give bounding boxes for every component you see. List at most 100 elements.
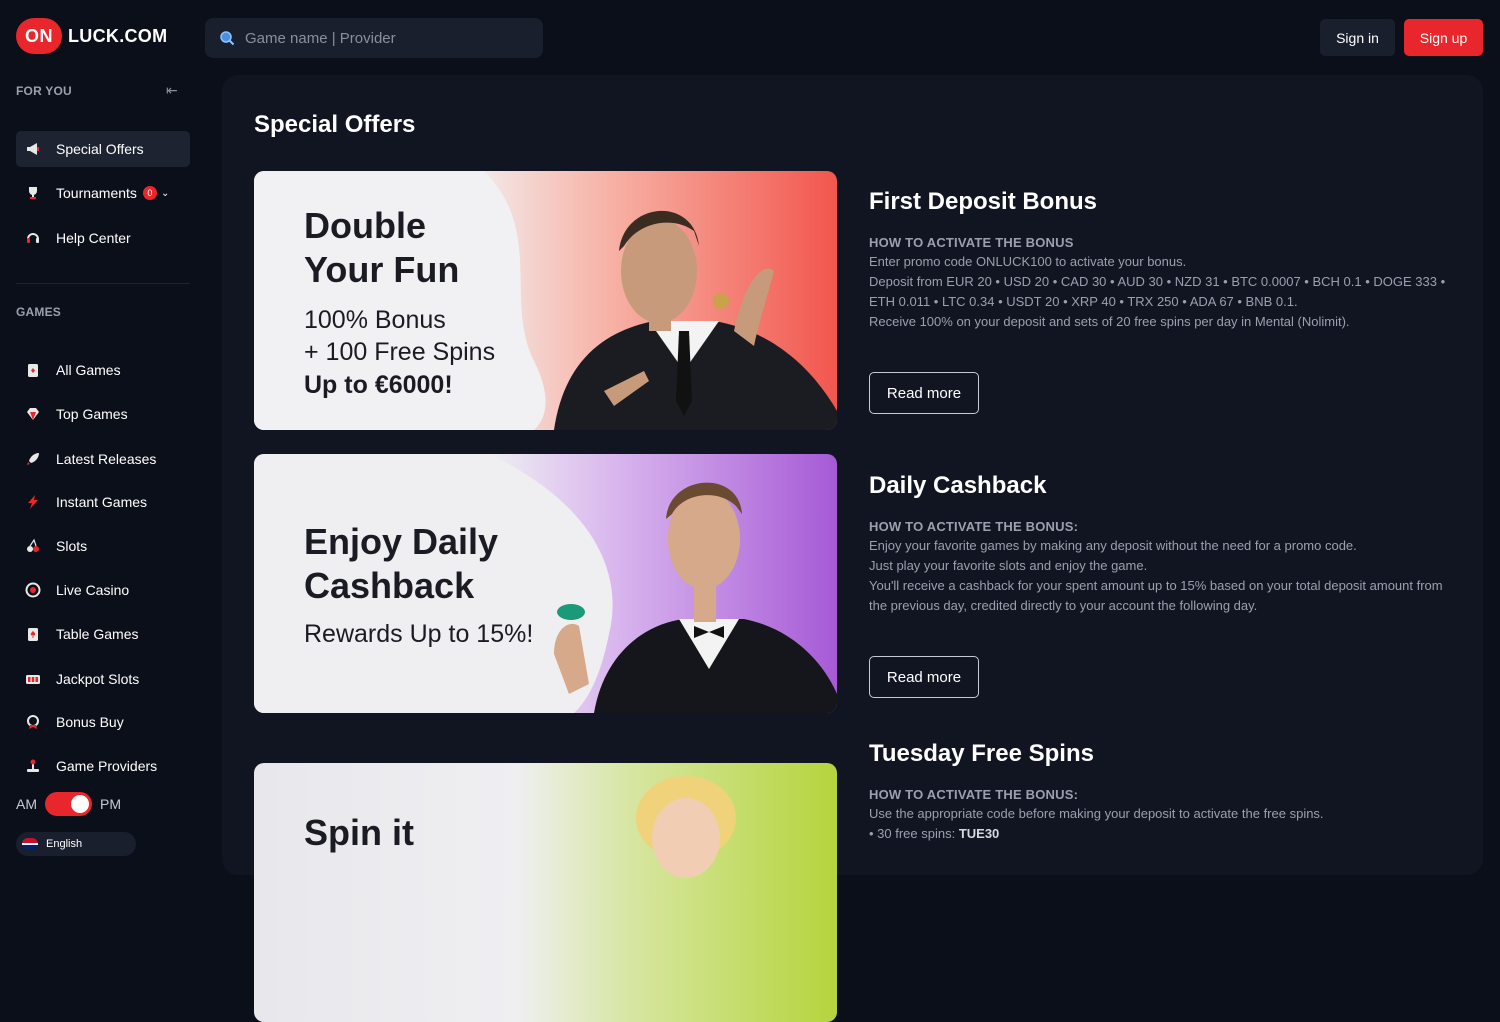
sidebar-item-label: Latest Releases — [56, 451, 157, 467]
time-format-toggle: AM PM — [16, 792, 121, 816]
sidebar-item-label: Slots — [56, 538, 88, 554]
banner-subline-1: Rewards Up to 15%! — [304, 620, 534, 648]
sidebar-item-label: Tournaments — [56, 185, 137, 201]
offer-description-line: Receive 100% on your deposit and sets of… — [869, 314, 1350, 329]
offer-title: Daily Cashback — [869, 472, 1047, 499]
top-bar: ON LUCK.COM Sign in Sign up — [0, 0, 1500, 76]
sidebar-item-label: Game Providers — [56, 758, 158, 774]
medal-icon — [24, 713, 42, 731]
sidebar-item-label: Instant Games — [56, 494, 148, 510]
roulette-icon — [24, 581, 42, 599]
sidebar-item-top-games[interactable]: Top Games — [16, 396, 190, 432]
for-you-label: FOR YOU — [16, 84, 72, 98]
search-box[interactable] — [205, 18, 543, 58]
tournaments-count-badge: 0 — [142, 186, 157, 200]
am-pm-switch[interactable] — [45, 792, 92, 816]
lightning-icon — [24, 493, 42, 511]
pm-label: PM — [100, 796, 121, 812]
offer-tuesday-free-spins: Tuesday Free Spins HOW TO ACTIVATE THE B… — [869, 740, 1449, 844]
banner-headline-line-2: Your Fun — [304, 249, 460, 290]
daily-cashback-banner[interactable]: Enjoy Daily Cashback Rewards Up to 15%! — [254, 454, 837, 713]
headset-icon — [24, 229, 42, 247]
sidebar-item-slots[interactable]: Slots — [16, 528, 190, 564]
code-prefix: • 30 free spins: — [869, 826, 959, 841]
sidebar-item-label: Bonus Buy — [56, 714, 124, 730]
slot-machine-icon — [24, 670, 42, 688]
sidebar-item-label: Special Offers — [56, 141, 144, 157]
offer-description-line: Deposit from EUR 20 • USD 20 • CAD 30 • … — [869, 274, 1446, 309]
games-label: GAMES — [16, 305, 62, 319]
logo-badge: ON — [16, 18, 62, 54]
offer-first-deposit: First Deposit Bonus HOW TO ACTIVATE THE … — [869, 188, 1449, 414]
uk-flag-icon — [22, 838, 38, 850]
search-icon — [220, 31, 235, 46]
sidebar-item-label: Jackpot Slots — [56, 671, 140, 687]
search-input[interactable] — [245, 29, 515, 47]
site-logo[interactable]: ON LUCK.COM — [16, 18, 167, 54]
sidebar-item-special-offers[interactable]: Special Offers — [16, 131, 190, 167]
banner-subline-2: + 100 Free Spins — [304, 338, 496, 366]
language-label: English — [46, 838, 83, 850]
sidebar-item-instant-games[interactable]: Instant Games — [16, 484, 190, 520]
diamond-icon — [24, 405, 42, 423]
sidebar-item-game-providers[interactable]: Game Providers — [16, 748, 190, 784]
offer-code-line: • 30 free spins: TUE30 — [869, 824, 1449, 844]
sidebar-item-tournaments[interactable]: Tournaments 0 ⌄ — [16, 175, 190, 211]
cherries-icon — [24, 537, 42, 555]
banner-amount: Up to €6000! — [304, 371, 453, 399]
banner-subline-1: 100% Bonus — [304, 306, 446, 334]
sidebar-item-label: Top Games — [56, 406, 128, 422]
offer-how-heading: HOW TO ACTIVATE THE BONUS: — [869, 787, 1079, 802]
joystick-icon — [24, 757, 42, 775]
offer-description-line: Enjoy your favorite games by making any … — [869, 538, 1357, 553]
offer-description-line: Enter promo code ONLUCK100 to activate y… — [869, 254, 1187, 269]
sidebar-item-bonus-buy[interactable]: Bonus Buy — [16, 704, 190, 740]
card-table-icon — [24, 625, 42, 643]
tuesday-free-spins-banner[interactable]: Spin it — [254, 763, 837, 1022]
trophy-icon — [24, 184, 42, 202]
promo-code: TUE30 — [958, 826, 1000, 841]
sidebar-item-label: Help Center — [56, 230, 131, 246]
megaphone-icon — [24, 140, 42, 158]
sidebar-item-help-center[interactable]: Help Center — [16, 220, 190, 256]
banner-copy: Double Your Fun 100% Bonus + 100 Free Sp… — [304, 204, 495, 402]
sign-up-button[interactable]: Sign up — [1404, 19, 1483, 56]
rocket-icon — [24, 450, 42, 468]
offer-description-line: Use the appropriate code before making y… — [869, 806, 1324, 821]
offer-daily-cashback: Daily Cashback HOW TO ACTIVATE THE BONUS… — [869, 472, 1449, 698]
am-label: AM — [16, 796, 37, 812]
cards-icon — [24, 361, 42, 379]
sidebar-item-table-games[interactable]: Table Games — [16, 616, 190, 652]
first-deposit-banner[interactable]: Double Your Fun 100% Bonus + 100 Free Sp… — [254, 171, 837, 430]
sidebar-item-label: Live Casino — [56, 582, 130, 598]
sign-in-button[interactable]: Sign in — [1320, 19, 1395, 56]
offer-description-line: You'll receive a cashback for your spent… — [869, 578, 1443, 613]
banner-headline-line-1: Enjoy Daily — [304, 521, 499, 562]
sidebar-item-label: Table Games — [56, 626, 139, 642]
sidebar-item-jackpot-slots[interactable]: Jackpot Slots — [16, 661, 190, 697]
offer-title: Tuesday Free Spins — [869, 740, 1094, 767]
sidebar-item-label: All Games — [56, 362, 121, 378]
read-more-button[interactable]: Read more — [869, 372, 979, 414]
sidebar-item-latest-releases[interactable]: Latest Releases — [16, 441, 190, 477]
banner-headline-line-1: Spin it — [304, 812, 414, 853]
sidebar-item-live-casino[interactable]: Live Casino — [16, 572, 190, 608]
woman-image — [636, 776, 736, 878]
offer-title: First Deposit Bonus — [869, 188, 1098, 215]
sidebar-item-all-games[interactable]: All Games — [16, 352, 190, 388]
switch-knob — [71, 795, 89, 813]
read-more-button[interactable]: Read more — [869, 656, 979, 698]
offer-how-heading: HOW TO ACTIVATE THE BONUS: — [869, 519, 1079, 534]
chevron-down-icon[interactable]: ⌄ — [161, 188, 169, 199]
collapse-sidebar-icon[interactable]: ⇤ — [166, 82, 178, 99]
banner-copy: Spin it — [304, 811, 414, 855]
language-selector[interactable]: English — [16, 832, 136, 856]
offer-description-line: Just play your favorite slots and enjoy … — [869, 558, 1148, 573]
logo-text: LUCK.COM — [68, 25, 168, 46]
sidebar-divider — [16, 283, 190, 284]
banner-headline-line-2: Cashback — [304, 565, 475, 606]
sidebar: FOR YOU ⇤ Special Offers Tournaments 0 ⌄… — [0, 76, 205, 856]
banner-copy: Enjoy Daily Cashback Rewards Up to 15%! — [304, 520, 533, 650]
page-title: Special Offers — [254, 111, 416, 138]
main-panel: Special Offers Double Your Fun 100% Bonu… — [222, 75, 1483, 1022]
